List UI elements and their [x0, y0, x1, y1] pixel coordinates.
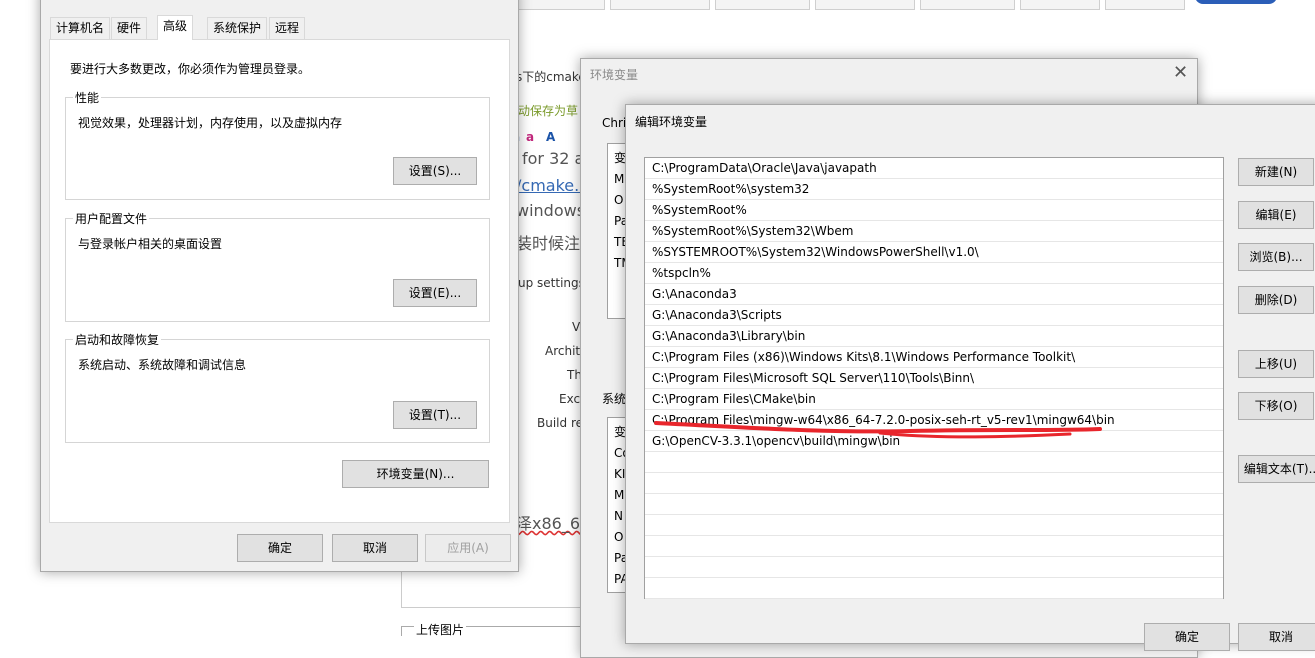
user-profile-settings-button[interactable]: 设置(E)...: [393, 279, 477, 307]
browser-tab[interactable]: [1020, 0, 1100, 10]
edit-env-ok-button[interactable]: 确定: [1144, 623, 1230, 651]
path-list-empty-row: [645, 494, 1223, 515]
new-button[interactable]: 新建(N): [1238, 158, 1314, 186]
edit-environment-variable-window: 编辑环境变量 C:\ProgramData\Oracle\Java\javapa…: [625, 104, 1315, 651]
user-profile-group: 用户配置文件 与登录帐户相关的桌面设置 设置(E)...: [65, 210, 490, 322]
user-profile-desc: 与登录帐户相关的桌面设置: [78, 237, 223, 251]
ok-button[interactable]: 确定: [237, 534, 323, 562]
browser-text: windows: [516, 201, 586, 220]
edit-env-cancel-button[interactable]: 取消: [1238, 623, 1315, 651]
browser-tab[interactable]: [610, 0, 710, 10]
upload-image-box: 上传图片: [401, 621, 581, 638]
performance-title: 性能: [73, 89, 102, 106]
browser-tab[interactable]: [920, 0, 1015, 10]
system-properties-window: 计算机名 硬件 高级 系统保护 远程 要进行大多数更改，你必须作为管理员登录。 …: [40, 0, 519, 572]
browser-link[interactable]: /cmake.c: [516, 176, 588, 195]
browser-format-toolbar: a a A: [512, 130, 582, 146]
startup-recovery-title: 启动和故障恢复: [73, 331, 162, 348]
browser-tab[interactable]: [715, 0, 810, 10]
path-list-item[interactable]: %SystemRoot%\system32: [645, 179, 1223, 200]
browser-text: s下的cmake: [516, 70, 586, 84]
startup-recovery-group: 启动和故障恢复 系统启动、系统故障和调试信息 设置(T)...: [65, 331, 490, 443]
path-list-empty-row: [645, 536, 1223, 557]
performance-group: 性能 视觉效果，处理器计划，内存使用，以及虚拟内存 设置(S)...: [65, 89, 490, 200]
startup-recovery-desc: 系统启动、系统故障和调试信息: [78, 358, 247, 372]
browser-tab[interactable]: [515, 0, 605, 10]
performance-desc: 视觉效果，处理器计划，内存使用，以及虚拟内存: [78, 116, 343, 130]
browser-tab-strip: [515, 0, 1315, 12]
move-up-button[interactable]: 上移(U): [1238, 350, 1314, 378]
tab-remote[interactable]: 远程: [269, 17, 306, 39]
path-list[interactable]: C:\ProgramData\Oracle\Java\javapath %Syst…: [644, 157, 1224, 599]
user-profile-title: 用户配置文件: [73, 210, 150, 227]
path-list-empty-row: [645, 557, 1223, 578]
edit-text-button[interactable]: 编辑文本(T)...: [1238, 455, 1315, 483]
move-down-button[interactable]: 下移(O): [1238, 392, 1314, 420]
path-list-item[interactable]: %SYSTEMROOT%\System32\WindowsPowerShell\…: [645, 242, 1223, 263]
path-list-item[interactable]: %SystemRoot%: [645, 200, 1223, 221]
path-list-item[interactable]: G:\Anaconda3: [645, 284, 1223, 305]
delete-button[interactable]: 删除(D): [1238, 286, 1314, 314]
edit-button[interactable]: 编辑(E): [1238, 201, 1314, 229]
red-underline-annotation: [654, 421, 1102, 439]
highlight-icon[interactable]: a: [526, 130, 534, 144]
path-list-items: C:\ProgramData\Oracle\Java\javapath %Syst…: [645, 158, 1223, 599]
tab-computer-name[interactable]: 计算机名: [50, 17, 111, 39]
tab-hardware[interactable]: 硬件: [111, 17, 148, 39]
advanced-panel: 要进行大多数更改，你必须作为管理员登录。 性能 视觉效果，处理器计划，内存使用，…: [49, 39, 510, 523]
user-vars-label: Chri: [602, 116, 627, 130]
close-icon[interactable]: ✕: [1173, 64, 1188, 82]
admin-note: 要进行大多数更改，你必须作为管理员登录。: [70, 62, 311, 76]
tab-system-protection[interactable]: 系统保护: [207, 17, 268, 39]
startup-settings-button[interactable]: 设置(T)...: [393, 401, 477, 429]
browser-tab[interactable]: [1105, 0, 1185, 10]
performance-settings-button[interactable]: 设置(S)...: [393, 157, 477, 185]
path-list-empty-row: [645, 515, 1223, 536]
browser-text: up settings: [518, 276, 585, 290]
path-list-item[interactable]: C:\Program Files (x86)\Windows Kits\8.1\…: [645, 347, 1223, 368]
browser-publish-button[interactable]: [1195, 0, 1277, 4]
path-list-empty-row: [645, 452, 1223, 473]
path-list-item[interactable]: C:\ProgramData\Oracle\Java\javapath: [645, 158, 1223, 179]
edit-env-title: 编辑环境变量: [635, 115, 708, 129]
browser-tab[interactable]: [815, 0, 915, 10]
tab-advanced[interactable]: 高级: [157, 15, 194, 40]
path-list-item[interactable]: C:\Program Files\CMake\bin: [645, 389, 1223, 410]
browser-text: 动保存为草: [518, 104, 579, 118]
browse-button[interactable]: 浏览(B)...: [1238, 243, 1314, 271]
upload-image-label[interactable]: 上传图片: [414, 621, 467, 638]
path-list-item[interactable]: C:\Program Files\Microsoft SQL Server\11…: [645, 368, 1223, 389]
environment-variables-button[interactable]: 环境变量(N)...: [342, 460, 489, 488]
env-window-title: 环境变量: [590, 68, 639, 82]
path-list-empty-row: [645, 578, 1223, 599]
path-list-item[interactable]: %tspcln%: [645, 263, 1223, 284]
path-list-item[interactable]: %SystemRoot%\System32\Wbem: [645, 221, 1223, 242]
path-list-item[interactable]: G:\Anaconda3\Library\bin: [645, 326, 1223, 347]
browser-text: Build re: [537, 416, 583, 430]
browser-text: Exc: [559, 392, 581, 406]
path-list-empty-row: [645, 473, 1223, 494]
system-vars-label: 系统: [602, 392, 627, 406]
path-list-item[interactable]: G:\Anaconda3\Scripts: [645, 305, 1223, 326]
cancel-button[interactable]: 取消: [332, 534, 418, 562]
font-size-icon[interactable]: A: [546, 130, 555, 144]
apply-button[interactable]: 应用(A): [425, 534, 511, 562]
